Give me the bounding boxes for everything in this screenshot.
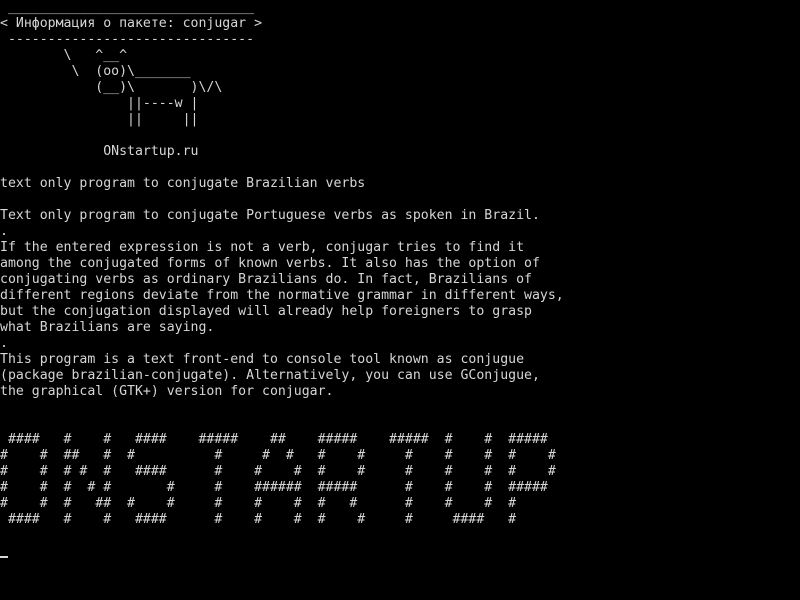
description-line: Text only program to conjugate Portugues… xyxy=(0,208,540,223)
description-line: . xyxy=(0,224,8,239)
description-line: . xyxy=(0,336,8,351)
banner-ascii-line: # # ## # # # # # # # # # # # # xyxy=(0,448,556,463)
cow-ascii-line: (__)\ )\/\ xyxy=(0,80,223,95)
text-cursor xyxy=(0,556,8,558)
package-summary: text only program to conjugate Brazilian… xyxy=(0,176,366,191)
cow-ascii-line: || || xyxy=(0,112,199,127)
banner-ascii-line: # # # ## # # # # # # # # # # # xyxy=(0,496,517,511)
description-line: the graphical (GTK+) version for conjuga… xyxy=(0,384,334,399)
cow-ascii-line: \ ^__^ xyxy=(0,48,128,63)
cow-ascii-line: \ (oo)\_______ xyxy=(0,64,191,79)
description-line: (package brazilian-conjugate). Alternati… xyxy=(0,368,540,383)
description-line: This program is a text front-end to cons… xyxy=(0,352,525,367)
cowsay-border-bottom: ------------------------------- xyxy=(0,32,255,47)
banner-ascii-line: # # # # # #### # # # # # # # # # # xyxy=(0,464,556,479)
cowsay-border-top: _______________________________ xyxy=(0,0,255,15)
description-line: different regions deviate from the norma… xyxy=(0,288,564,303)
description-line: If the entered expression is not a verb,… xyxy=(0,240,525,255)
description-line: what Brazilians are saying. xyxy=(0,320,215,335)
terminal-screen[interactable]: _______________________________ < Информ… xyxy=(0,0,800,600)
banner-ascii-line: #### # # #### ##### ## ##### ##### # # #… xyxy=(0,432,548,447)
cowsay-bubble-text: < Информация о пакете: conjugar > xyxy=(0,16,263,31)
cow-ascii-line: ||----w | xyxy=(0,96,199,111)
description-line: among the conjugated forms of known verb… xyxy=(0,256,540,271)
site-credit: ONstartup.ru xyxy=(0,144,199,159)
description-line: conjugating verbs as ordinary Brazilians… xyxy=(0,272,532,287)
banner-ascii-line: #### # # #### # # # # # # #### # xyxy=(0,512,517,527)
description-line: but the conjugation displayed will alrea… xyxy=(0,304,532,319)
banner-ascii-line: # # # # # # # ###### ##### # # # ##### xyxy=(0,480,548,495)
